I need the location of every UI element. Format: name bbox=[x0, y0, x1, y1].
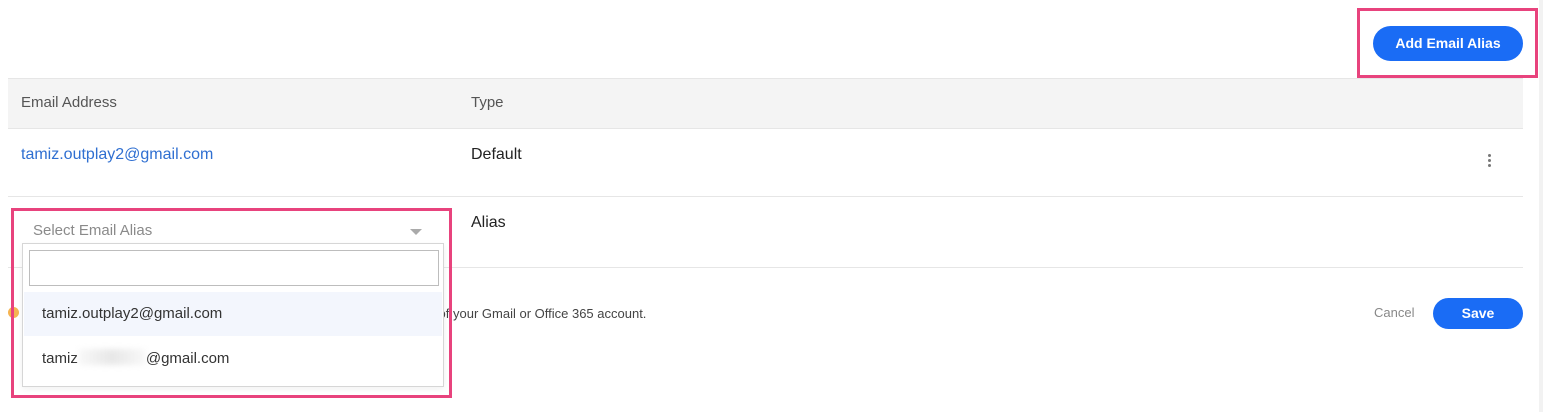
email-type: Alias bbox=[471, 214, 506, 231]
cancel-button[interactable]: Cancel bbox=[1374, 305, 1414, 320]
highlight-box-add-alias bbox=[1357, 8, 1538, 78]
column-header-type: Type bbox=[471, 94, 504, 111]
row-divider bbox=[8, 196, 1523, 197]
info-text: rt of your Gmail or Office 365 account. bbox=[427, 306, 647, 321]
kebab-menu-icon[interactable] bbox=[1482, 152, 1496, 172]
email-type: Default bbox=[471, 146, 522, 163]
right-gutter bbox=[1539, 0, 1543, 412]
highlight-box-dropdown bbox=[11, 208, 452, 398]
email-address-link[interactable]: tamiz.outplay2@gmail.com bbox=[21, 146, 213, 164]
save-button[interactable]: Save bbox=[1433, 298, 1523, 329]
table-header: Email Address Type bbox=[8, 78, 1523, 129]
column-header-email-address: Email Address bbox=[21, 94, 117, 111]
